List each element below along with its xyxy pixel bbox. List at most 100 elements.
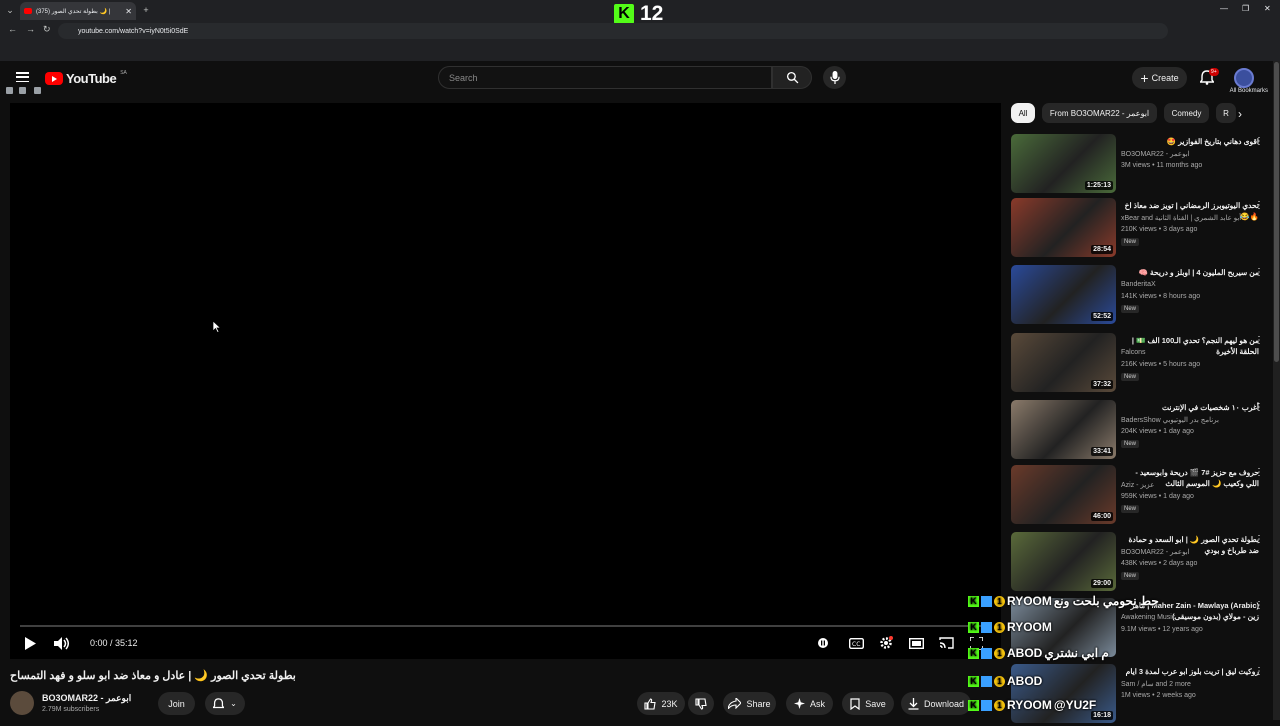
recommendation-channel[interactable]: Awakening Music	[1121, 614, 1175, 621]
chip-comedy[interactable]: Comedy	[1164, 103, 1209, 123]
video-thumbnail[interactable]: 28:54	[1011, 198, 1116, 257]
video-duration: 33:41	[1091, 447, 1113, 456]
more-options-icon[interactable]: ⋮	[1254, 267, 1264, 278]
recommendation-channel[interactable]: BanderitaX	[1121, 281, 1156, 288]
more-options-icon[interactable]: ⋮	[1254, 534, 1264, 545]
like-button[interactable]: 23K	[637, 692, 685, 715]
volume-button[interactable]	[53, 636, 71, 650]
voice-search-button[interactable]	[823, 66, 846, 89]
reload-icon[interactable]: ↻	[43, 24, 51, 35]
video-thumbnail[interactable]: 52:52	[1011, 265, 1116, 324]
video-thumbnail[interactable]: 16:18	[1011, 664, 1116, 723]
kick-badge-icon: K	[968, 595, 979, 607]
menu-icon[interactable]	[16, 72, 29, 82]
more-options-icon[interactable]: ⋮	[1254, 200, 1264, 211]
more-options-icon[interactable]: ⋮	[1254, 402, 1264, 413]
youtube-logo[interactable]: YouTube SA	[45, 69, 127, 86]
recommendation-channel[interactable]: BadersShow برنامج بدر اليوتيوبي	[1121, 416, 1219, 424]
recommendation-card[interactable]: 46:00 حروف مع حزيز #7 🎬 دريحة وابوسعيد -…	[1011, 465, 1271, 527]
settings-button[interactable]	[878, 636, 894, 650]
back-icon[interactable]: ←	[8, 24, 17, 34]
all-bookmarks[interactable]: All Bookmarks	[1230, 88, 1268, 94]
theater-mode-button[interactable]	[908, 636, 924, 650]
captions-button[interactable]: CC	[848, 636, 864, 650]
search-button[interactable]	[772, 66, 812, 89]
thumbs-down-icon	[695, 697, 707, 710]
kick-badge-icon: K	[968, 699, 979, 711]
recommendation-card[interactable]: 33:41 أغرب ١٠ شخصيات في الإنترنت BadersS…	[1011, 400, 1271, 462]
recommendation-card[interactable]: 28:54 تحدي اليوتيوبرز الرمضاني | تويز ضد…	[1011, 198, 1271, 260]
account-avatar[interactable]	[1234, 68, 1254, 88]
ask-button[interactable]: Ask	[786, 692, 833, 715]
video-player[interactable]	[10, 103, 1001, 659]
video-thumbnail[interactable]: 46:00	[1011, 465, 1116, 524]
subscriber-badge-icon	[981, 699, 992, 711]
recommendation-card[interactable]: 29:00 بطولة تحدي الصور 🌙 | ابو السعد و ح…	[1011, 532, 1271, 594]
recommendation-title[interactable]: روكيت ليق | تريت بلوز ابو عرب لمدة 3 ايا…	[1121, 666, 1259, 677]
scrollbar-thumb[interactable]	[1274, 62, 1279, 362]
subscription-bell-button[interactable]: ⌄	[205, 692, 245, 715]
dislike-button[interactable]	[688, 692, 714, 715]
bookmark-icon[interactable]	[6, 87, 13, 94]
channel-name[interactable]: BO3OMAR22 - ابوعمر	[42, 693, 131, 704]
video-thumbnail[interactable]: 37:32	[1011, 333, 1116, 392]
more-options-icon[interactable]: ⋮	[1254, 136, 1264, 147]
cast-button[interactable]	[938, 636, 954, 650]
more-options-icon[interactable]: ⋮	[1254, 335, 1264, 346]
microphone-icon	[829, 71, 840, 84]
chip-all[interactable]: All	[1011, 103, 1035, 123]
recommendation-channel[interactable]: Sam / سام and 2 more	[1121, 680, 1191, 688]
subscriber-badge-icon	[981, 621, 992, 633]
more-options-icon[interactable]: ⋮	[1254, 666, 1264, 677]
progress-bar[interactable]	[20, 625, 991, 627]
new-badge: New	[1121, 505, 1140, 513]
video-duration: 37:32	[1091, 380, 1113, 389]
download-button[interactable]: Download	[901, 692, 971, 715]
more-options-icon[interactable]: ⋮	[1254, 600, 1264, 611]
chip-from-channel[interactable]: From BO3OMAR22 - ابوعمر	[1042, 103, 1157, 123]
join-button[interactable]: Join	[158, 692, 195, 715]
save-button[interactable]: Save	[842, 692, 894, 715]
recommendation-card[interactable]: 37:32 من هو ليهم النجم؟ تحدي الـ100 الف …	[1011, 333, 1271, 395]
address-bar[interactable]: youtube.com/watch?v=iyN0t5i0SdE	[58, 23, 1168, 39]
close-window-icon[interactable]: ✕	[1264, 4, 1271, 13]
bookmark-icon[interactable]	[19, 87, 26, 94]
recommendation-title[interactable]: أغرب ١٠ شخصيات في الإنترنت	[1121, 402, 1259, 413]
subscriber-badge-icon	[981, 675, 992, 687]
bookmark-icon[interactable]	[34, 87, 41, 94]
recommendation-channel[interactable]: BO3OMAR22 - ابوعمر	[1121, 548, 1190, 556]
country-code: SA	[120, 69, 127, 76]
tab-search-icon[interactable]: ⌄	[4, 4, 16, 16]
chip-partial[interactable]: R	[1216, 103, 1236, 123]
create-label: Create	[1151, 73, 1179, 83]
recommendation-title[interactable]: اقوى دهاني بتاريخ الفوازير 🤩	[1121, 136, 1259, 147]
maximize-icon[interactable]: ❐	[1242, 4, 1249, 13]
channel-avatar[interactable]	[10, 691, 34, 715]
ask-label: Ask	[809, 698, 825, 709]
recommendation-channel[interactable]: Falcons	[1121, 349, 1146, 356]
recommendation-title[interactable]: من سيربح المليون 4 | اوبلز و دريحة 🧠	[1121, 267, 1259, 278]
video-thumbnail[interactable]: 1:25:13	[1011, 134, 1116, 193]
autoplay-toggle[interactable]	[816, 636, 830, 650]
chat-text: حط نحومي بلحت ونع	[1053, 594, 1159, 608]
new-tab-icon[interactable]: +	[140, 4, 152, 16]
browser-tab[interactable]: (375) بطولة تحدي الصور 🌙 | ✕	[20, 2, 136, 20]
video-thumbnail[interactable]: 29:00	[1011, 532, 1116, 591]
recommendation-card[interactable]: 52:52 من سيربح المليون 4 | اوبلز و دريحة…	[1011, 265, 1271, 327]
tab-title: (375) بطولة تحدي الصور 🌙 |	[36, 8, 111, 15]
recommendation-card[interactable]: 1:25:13 اقوى دهاني بتاريخ الفوازير 🤩 BO3…	[1011, 134, 1271, 196]
recommendation-channel[interactable]: BO3OMAR22 - ابوعمر	[1121, 150, 1190, 158]
video-thumbnail[interactable]: 33:41	[1011, 400, 1116, 459]
recommendation-channel[interactable]: xBear and أبو عابد الشمري | القناة الثان…	[1121, 214, 1241, 222]
search-input[interactable]: Search	[438, 66, 772, 89]
chevron-right-icon[interactable]: ›	[1238, 107, 1242, 121]
minimize-icon[interactable]: —	[1220, 4, 1228, 13]
recommendation-channel[interactable]: Aziz - عزيز	[1121, 481, 1154, 489]
close-tab-icon[interactable]: ✕	[125, 7, 132, 16]
share-button[interactable]: Share	[723, 692, 776, 715]
recommendation-card[interactable]: 16:18 روكيت ليق | تريت بلوز ابو عرب لمدة…	[1011, 664, 1271, 726]
forward-icon[interactable]: →	[26, 24, 35, 34]
more-options-icon[interactable]: ⋮	[1254, 467, 1264, 478]
create-button[interactable]: + Create	[1132, 67, 1187, 89]
play-button[interactable]	[22, 636, 38, 650]
